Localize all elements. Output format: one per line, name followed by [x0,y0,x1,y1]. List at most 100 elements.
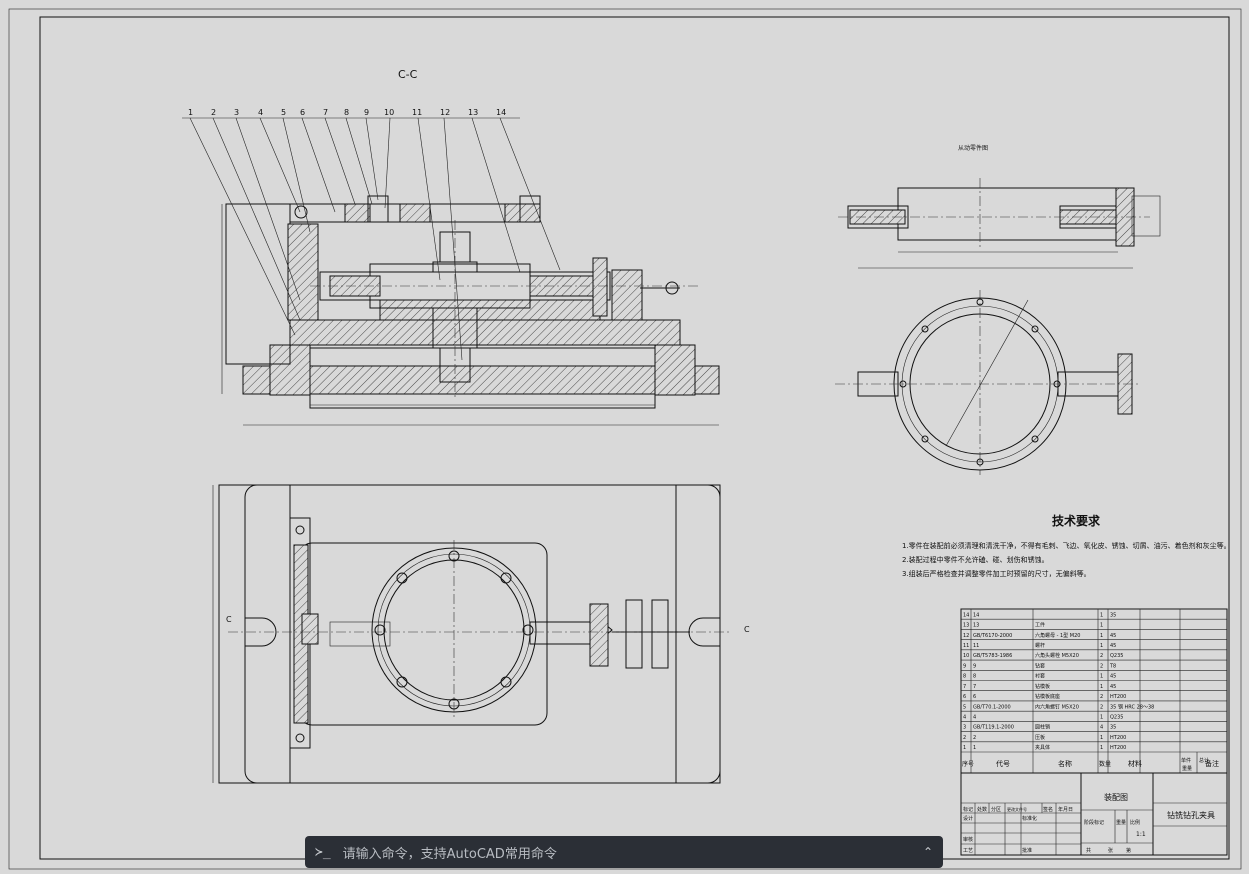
terminal-icon: ≻_ [315,844,331,860]
bom-cell-material: 45 [1110,633,1116,639]
drawing-name: 装配图 [1104,792,1128,802]
balloon-5: 5 [281,108,286,117]
tech-req-line-2: 2.装配过程中零件不允许磕、碰、划伤和锈蚀。 [902,555,1049,564]
cad-drawing-canvas[interactable]: C-C 1 2 3 4 5 6 7 8 9 10 11 12 13 14 从动零… [0,0,1249,874]
bom-cell-qty: 2 [1100,694,1103,700]
tb-standardize: 标准化 [1022,815,1037,822]
balloon-2: 2 [211,108,216,117]
tb-mark: 标记 [963,806,973,813]
balloon-11: 11 [412,108,422,117]
bom-cell-qty: 2 [1100,704,1103,710]
bom-cell-no: 13 [963,623,969,629]
bom-cell-qty: 2 [1100,653,1103,659]
bom-cell-no: 11 [963,643,969,649]
bom-header-unit: 单件 [1181,757,1191,764]
bom-cell-qty: 1 [1100,674,1103,680]
command-input[interactable]: 请输入命令，支持AutoCAD常用命令 [343,843,923,862]
bom-cell-material: 35 钢 HRC 28～38 [1110,703,1154,710]
bom-cell-no: 12 [963,633,969,639]
command-line-bar[interactable]: ≻_ 请输入命令，支持AutoCAD常用命令 ⌃ [305,836,943,868]
tb-signature: 签名 [1043,806,1053,813]
aux-side-view [838,178,1161,269]
bom-cell-no: 3 [963,725,966,731]
bom-cell-code: 11 [973,643,979,649]
bom-cell-no: 7 [963,684,966,690]
aux-top-view [835,290,1140,475]
tb-stage-mark: 阶段标记 [1084,819,1104,826]
bom-cell-qty: 1 [1100,684,1103,690]
bom-cell-qty: 1 [1100,735,1103,741]
drawing-frame [39,16,1230,860]
bom-cell-no: 10 [963,653,969,659]
bom-cell-name: 六角头螺栓 M5X20 [1035,652,1079,659]
balloon-4: 4 [258,108,263,117]
tb-page: 第 [1126,847,1131,854]
section-mark-right: C [744,625,750,634]
balloon-10: 10 [384,108,394,117]
bom-cell-no: 5 [963,704,966,710]
tb-check: 审核 [963,836,973,843]
bom-cell-name: 钻模板 [1035,683,1050,690]
tb-design: 设计 [963,815,973,822]
balloon-labels: 1 2 3 4 5 6 7 8 9 10 11 12 13 14 [188,108,506,117]
bom-cell-material: 35 [1110,612,1116,618]
bom-cell-code: 6 [973,694,976,700]
bom-cell-material: 35 [1110,725,1116,731]
bom-cell-material: Q235 [1110,714,1123,720]
bom-cell-material: T8 [1109,663,1116,669]
bom-cell-code: 2 [973,735,976,741]
bom-cell-code: GB/T119.1-2000 [973,725,1014,731]
plan-view [212,484,730,784]
outer-border [8,8,1242,870]
scale-value: 1:1 [1136,831,1146,838]
part-title: 钻铣钻孔夹具 [1167,810,1215,820]
bom-cell-code: 7 [973,684,976,690]
bom-cell-code: 13 [973,623,979,629]
section-mark-left: C [226,615,232,624]
balloon-9: 9 [364,108,369,117]
tb-total: 共 [1086,847,1091,854]
tb-weight: 重量 [1116,819,1126,826]
bom-rows: 14 14 1 3513 13 工件 112 GB/T6170-2000 六角螺母 - 1型 M… [963,612,1154,751]
bom-cell-qty: 2 [1100,663,1103,669]
balloon-14: 14 [496,108,506,117]
tb-craft: 工艺 [963,848,973,854]
tb-approve: 批准 [1022,847,1032,854]
bom-cell-no: 6 [963,694,966,700]
bom-cell-code: GB/T70.1-2000 [973,704,1011,710]
balloon-6: 6 [300,108,305,117]
bom-cell-material: HT200 [1110,735,1126,741]
bom-header-code: 代号 [996,759,1010,768]
tech-req-line-3: 3.组装后严格检查并调整零件加工时预留的尺寸，无偏斜等。 [902,569,1091,578]
bom-header-weight: 重量 [1182,765,1192,772]
bom-cell-name: 钻模板底座 [1035,693,1060,700]
bom-cell-qty: 1 [1100,612,1103,618]
bom-cell-code: 8 [973,674,976,680]
chevron-up-icon[interactable]: ⌃ [923,845,933,859]
bom-header-remark: 备注 [1205,759,1219,768]
bom-cell-name: 六角螺母 - 1型 M20 [1035,632,1080,639]
front-section-view [221,195,720,426]
tech-req-line-1: 1.零件在装配前必须清理和清洗干净，不得有毛刺、飞边、氧化皮、锈蚀、切屑、油污、… [902,541,1231,550]
tb-count: 处数 [977,806,987,813]
bom-cell-name: 螺杆 [1035,642,1045,649]
tb-sheet: 张 [1108,847,1113,854]
bom-header-name: 名称 [1058,759,1072,768]
tb-zone: 分区 [991,806,1001,813]
bom-cell-name: 夹具体 [1035,744,1050,751]
balloon-12: 12 [440,108,450,117]
bom-cell-qty: 1 [1100,623,1103,629]
tb-ratio: 比例 [1130,819,1140,826]
bom-cell-code: 14 [973,612,979,618]
bom-cell-qty: 4 [1100,725,1103,731]
tech-req-title: 技术要求 [1052,513,1101,528]
bom-cell-no: 8 [963,674,966,680]
balloon-8: 8 [344,108,349,117]
bom-cell-material: HT200 [1110,694,1126,700]
bom-cell-qty: 1 [1100,745,1103,751]
bom-cell-name: 圆柱销 [1035,724,1050,731]
bom-cell-code: 1 [973,745,976,751]
bom-cell-name: 压板 [1035,734,1045,741]
tb-date: 年月日 [1058,806,1073,813]
section-label: C-C [398,68,418,81]
